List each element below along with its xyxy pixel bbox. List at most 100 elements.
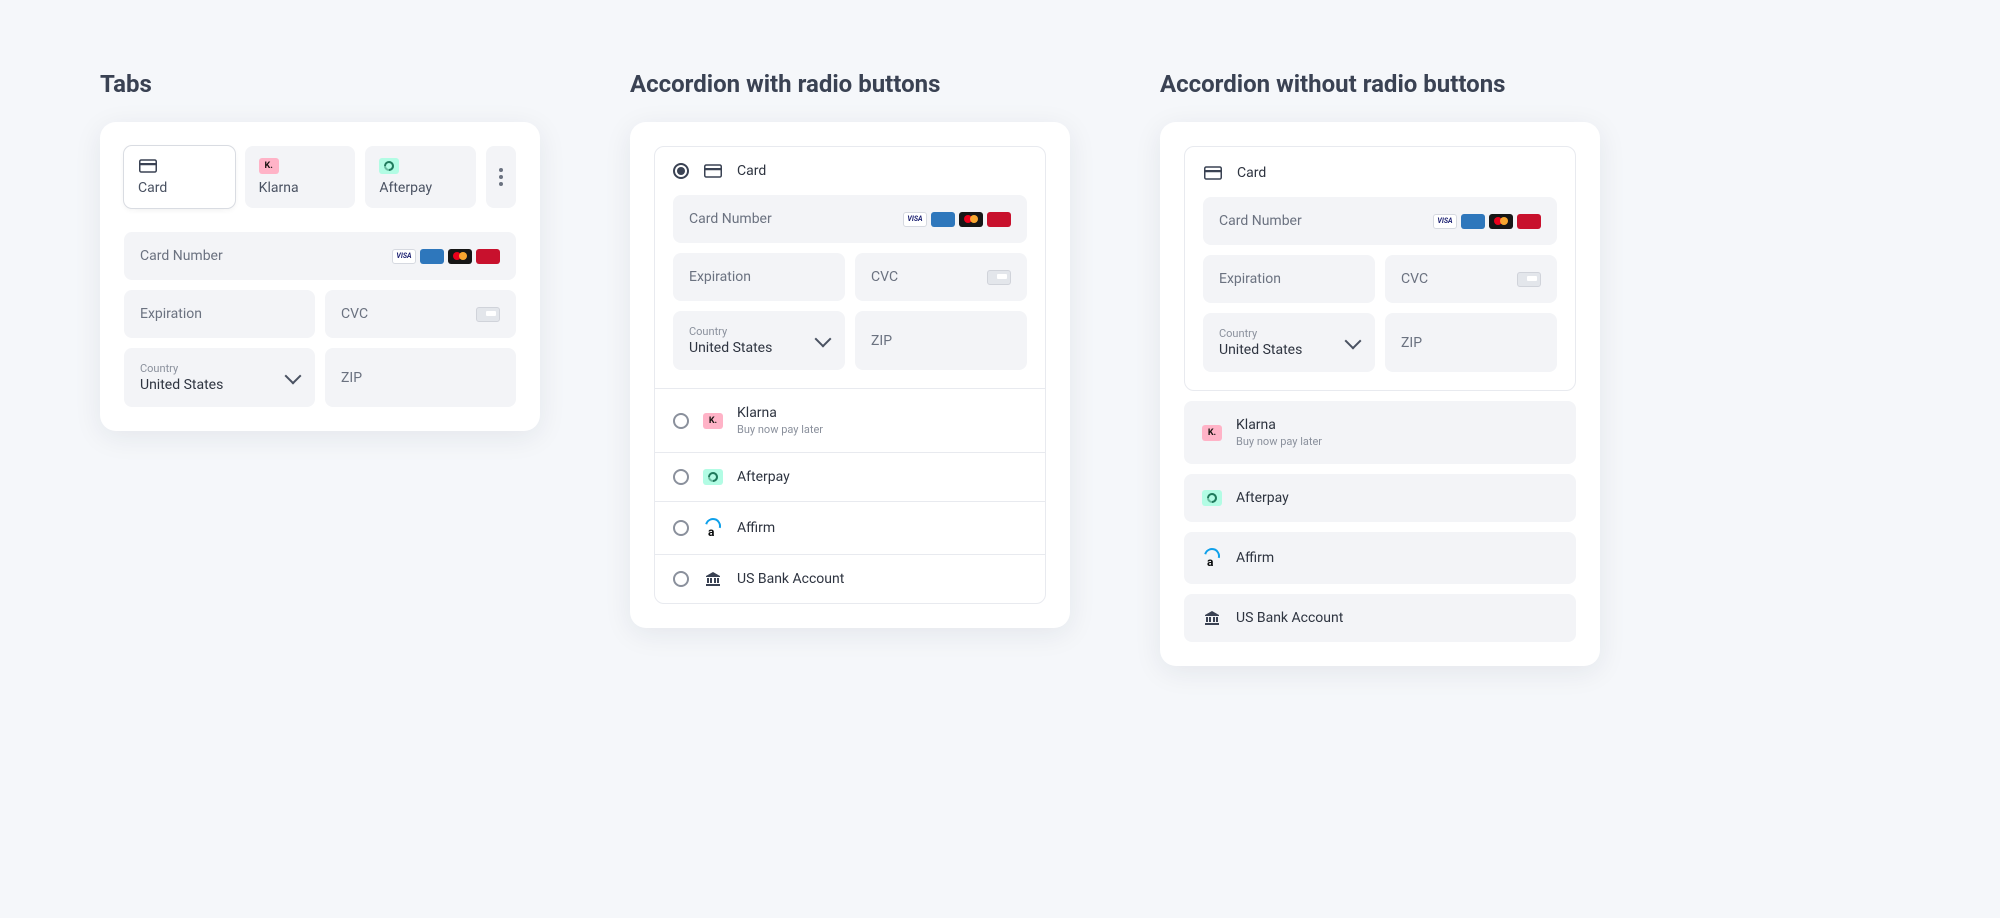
tab-card-label: Card xyxy=(138,180,221,196)
amex-icon xyxy=(931,212,955,227)
bank-icon xyxy=(1202,610,1222,626)
tab-klarna-label: Klarna xyxy=(259,180,342,196)
accordion-card-label: Card xyxy=(737,163,766,179)
country-select[interactable]: Country United States xyxy=(673,311,845,370)
radio-card[interactable] xyxy=(673,163,689,179)
zip-input[interactable]: ZIP xyxy=(1385,313,1557,372)
accordion-header-klarna[interactable]: K. Klarna Buy now pay later xyxy=(655,389,1045,452)
accordion-row-afterpay[interactable]: Afterpay xyxy=(1184,474,1576,522)
bank-label: US Bank Account xyxy=(1236,610,1343,626)
afterpay-icon xyxy=(379,158,399,174)
accordion-item-card: Card Card Number VISA xyxy=(655,147,1045,388)
affirm-icon: a xyxy=(703,518,723,538)
expiration-input[interactable]: Expiration xyxy=(124,290,315,338)
section-title-tabs: Tabs xyxy=(100,70,540,98)
unionpay-icon xyxy=(1517,214,1541,229)
radio-afterpay[interactable] xyxy=(673,469,689,485)
unionpay-icon xyxy=(987,212,1011,227)
zip-input[interactable]: ZIP xyxy=(325,348,516,407)
zip-placeholder: ZIP xyxy=(871,333,892,349)
amex-icon xyxy=(1461,214,1485,229)
accordion-afterpay-label: Afterpay xyxy=(737,469,790,485)
card-brand-icons: VISA xyxy=(392,249,500,264)
visa-icon: VISA xyxy=(392,249,416,264)
accordion-affirm-label: Affirm xyxy=(737,520,775,536)
country-value: United States xyxy=(140,377,223,393)
zip-placeholder: ZIP xyxy=(1401,335,1422,351)
cvc-placeholder: CVC xyxy=(871,269,898,285)
cvc-input[interactable]: CVC xyxy=(325,290,516,338)
radio-klarna[interactable] xyxy=(673,413,689,429)
accordion-klarna-sublabel: Buy now pay later xyxy=(737,423,823,436)
accordion-header-bank[interactable]: US Bank Account xyxy=(655,555,1045,603)
accordion-header-card[interactable]: Card xyxy=(1203,165,1557,197)
bank-icon xyxy=(703,571,723,587)
tab-afterpay[interactable]: Afterpay xyxy=(365,146,476,208)
country-value: United States xyxy=(1219,342,1302,358)
expiration-placeholder: Expiration xyxy=(1219,271,1281,287)
chevron-down-icon xyxy=(285,367,302,384)
visa-icon: VISA xyxy=(903,212,927,227)
card-number-placeholder: Card Number xyxy=(689,211,772,227)
accordion-item-bank: US Bank Account xyxy=(655,554,1045,603)
expiration-placeholder: Expiration xyxy=(140,306,202,322)
tab-afterpay-label: Afterpay xyxy=(379,180,462,196)
radio-bank[interactable] xyxy=(673,571,689,587)
accordion-item-afterpay: Afterpay xyxy=(655,452,1045,501)
card-number-placeholder: Card Number xyxy=(1219,213,1302,229)
cvc-placeholder: CVC xyxy=(341,306,368,322)
accordion-radio: Card Card Number VISA xyxy=(654,146,1046,604)
section-title-noradio: Accordion without radio buttons xyxy=(1160,70,1600,98)
card-number-placeholder: Card Number xyxy=(140,248,223,264)
country-label: Country xyxy=(1219,327,1302,340)
tab-more-button[interactable] xyxy=(486,146,516,208)
card-number-input[interactable]: Card Number VISA xyxy=(673,195,1027,243)
card-number-input[interactable]: Card Number VISA xyxy=(124,232,516,280)
expiration-input[interactable]: Expiration xyxy=(673,253,845,301)
payment-method-tabs: Card K. Klarna Afterpay xyxy=(124,146,516,208)
mastercard-icon xyxy=(959,212,983,227)
accordion-item-affirm: a Affirm xyxy=(655,501,1045,554)
tabs-panel: Card K. Klarna Afterpay Card Number VISA xyxy=(100,122,540,431)
mastercard-icon xyxy=(448,249,472,264)
accordion-row-bank[interactable]: US Bank Account xyxy=(1184,594,1576,642)
country-select[interactable]: Country United States xyxy=(1203,313,1375,372)
visa-icon: VISA xyxy=(1433,214,1457,229)
accordion-row-affirm[interactable]: a Affirm xyxy=(1184,532,1576,584)
accordion-card-label: Card xyxy=(1237,165,1266,181)
accordion-bank-label: US Bank Account xyxy=(737,571,844,587)
zip-placeholder: ZIP xyxy=(341,370,362,386)
klarna-icon: K. xyxy=(259,158,279,174)
zip-input[interactable]: ZIP xyxy=(855,311,1027,370)
affirm-label: Affirm xyxy=(1236,550,1274,566)
cvc-input[interactable]: CVC xyxy=(1385,255,1557,303)
card-brand-icons: VISA xyxy=(1433,214,1541,229)
country-label: Country xyxy=(140,362,223,375)
cvc-input[interactable]: CVC xyxy=(855,253,1027,301)
accordion-noradio-active: Card Card Number VISA Expiration xyxy=(1184,146,1576,391)
klarna-icon: K. xyxy=(703,413,723,429)
country-select[interactable]: Country United States xyxy=(124,348,315,407)
radio-affirm[interactable] xyxy=(673,520,689,536)
accordion-header-card[interactable]: Card xyxy=(655,147,1045,195)
card-form: Card Number VISA Expiration CVC xyxy=(124,232,516,407)
tab-klarna[interactable]: K. Klarna xyxy=(245,146,356,208)
afterpay-icon xyxy=(1202,490,1222,506)
klarna-sublabel: Buy now pay later xyxy=(1236,435,1322,448)
amex-icon xyxy=(420,249,444,264)
accordion-row-klarna[interactable]: K. Klarna Buy now pay later xyxy=(1184,401,1576,464)
expiration-input[interactable]: Expiration xyxy=(1203,255,1375,303)
mastercard-icon xyxy=(1489,214,1513,229)
country-value: United States xyxy=(689,340,772,356)
card-form-noradio: Card Number VISA Expiration CVC xyxy=(1203,197,1557,372)
card-brand-icons: VISA xyxy=(903,212,1011,227)
tab-card[interactable]: Card xyxy=(124,146,235,208)
unionpay-icon xyxy=(476,249,500,264)
section-title-radio: Accordion with radio buttons xyxy=(630,70,1070,98)
afterpay-icon xyxy=(703,469,723,485)
card-icon xyxy=(703,163,723,179)
card-number-input[interactable]: Card Number VISA xyxy=(1203,197,1557,245)
card-form-radio: Card Number VISA Expiration xyxy=(673,195,1027,370)
accordion-header-afterpay[interactable]: Afterpay xyxy=(655,453,1045,501)
accordion-header-affirm[interactable]: a Affirm xyxy=(655,502,1045,554)
